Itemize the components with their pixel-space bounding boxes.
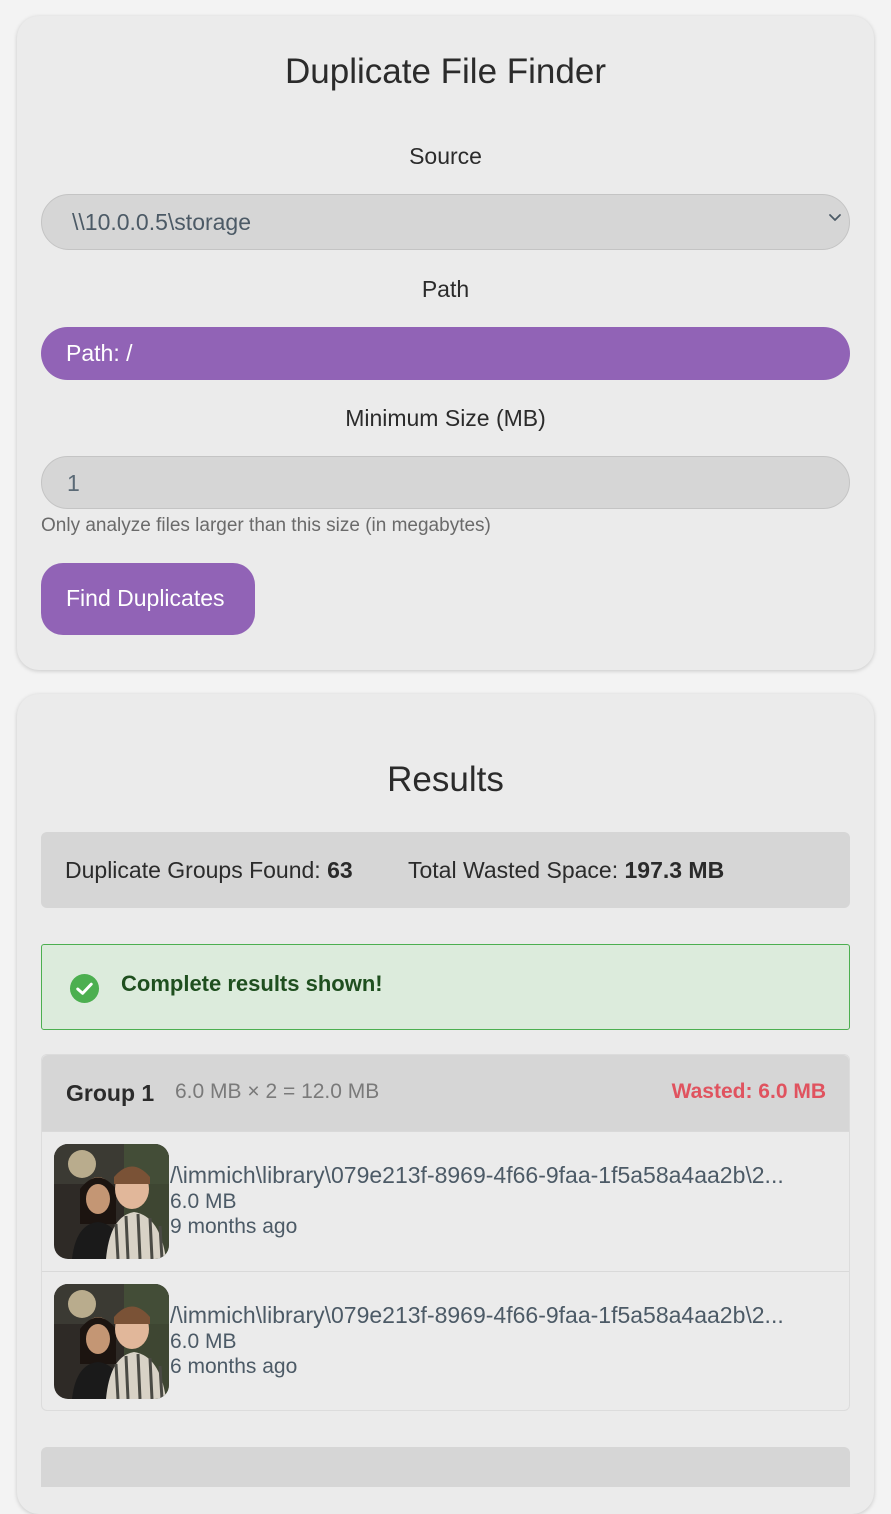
finder-card: Duplicate File Finder Source \\10.0.0.5\… — [17, 16, 874, 670]
min-size-value: 1 — [67, 470, 80, 496]
group-size-calc: 6.0 MB × 2 = 12.0 MB — [175, 1080, 380, 1103]
source-select-value: \\10.0.0.5\storage — [72, 209, 252, 235]
wasted-space-label: Total Wasted Space: — [408, 857, 619, 883]
photo-thumbnail[interactable] — [54, 1144, 169, 1259]
path-label: Path — [421, 276, 470, 302]
min-size-help: Only analyze files larger than this size… — [41, 515, 491, 536]
path-value: Path: / — [66, 340, 133, 366]
source-label: Source — [409, 143, 482, 169]
file-path: /\immich\library\079e213f-8969-4f66-9faa… — [170, 1302, 784, 1328]
file-row[interactable]: /\immich\library\079e213f-8969-4f66-9faa… — [42, 1131, 849, 1272]
file-size: 6.0 MB — [170, 1330, 237, 1353]
finder-title: Duplicate File Finder — [285, 52, 606, 91]
duplicate-group: Group 1 6.0 MB × 2 = 12.0 MB Wasted: 6.0… — [41, 1054, 850, 1411]
file-age: 9 months ago — [170, 1215, 298, 1238]
min-size-label: Minimum Size (MB) — [345, 405, 546, 431]
group-name: Group 1 — [66, 1080, 155, 1106]
find-duplicates-label: Find Duplicates — [66, 585, 225, 611]
results-title: Results — [387, 760, 504, 799]
group-wasted: Wasted: 6.0 MB — [671, 1080, 826, 1103]
group-header[interactable]: Group 1 6.0 MB × 2 = 12.0 MB Wasted: 6.0… — [42, 1055, 849, 1131]
source-select[interactable]: \\10.0.0.5\storage — [41, 194, 850, 250]
groups-found-label: Duplicate Groups Found: — [65, 857, 321, 883]
groups-found-stat: Duplicate Groups Found: 63 — [65, 857, 353, 884]
wasted-space-stat: Total Wasted Space: 197.3 MB — [408, 857, 724, 884]
results-card: Results Duplicate Groups Found: 63 Total… — [17, 694, 874, 1514]
path-selector[interactable]: Path: / — [41, 327, 850, 380]
photo-thumbnail[interactable] — [54, 1284, 169, 1399]
check-circle-icon — [69, 973, 100, 1004]
file-size: 6.0 MB — [170, 1190, 237, 1213]
stats-bar: Duplicate Groups Found: 63 Total Wasted … — [41, 832, 850, 908]
file-row[interactable]: /\immich\library\079e213f-8969-4f66-9faa… — [42, 1271, 849, 1412]
next-group-header[interactable] — [41, 1447, 850, 1487]
file-age: 6 months ago — [170, 1355, 298, 1378]
file-path: /\immich\library\079e213f-8969-4f66-9faa… — [170, 1162, 784, 1188]
success-alert: Complete results shown! — [41, 944, 850, 1030]
min-size-input[interactable]: 1 — [41, 456, 850, 509]
chevron-down-icon — [829, 214, 841, 221]
wasted-space-value: 197.3 MB — [624, 857, 725, 883]
find-duplicates-button[interactable]: Find Duplicates — [41, 563, 255, 635]
success-alert-text: Complete results shown! — [121, 971, 383, 996]
groups-found-value: 63 — [327, 857, 353, 883]
